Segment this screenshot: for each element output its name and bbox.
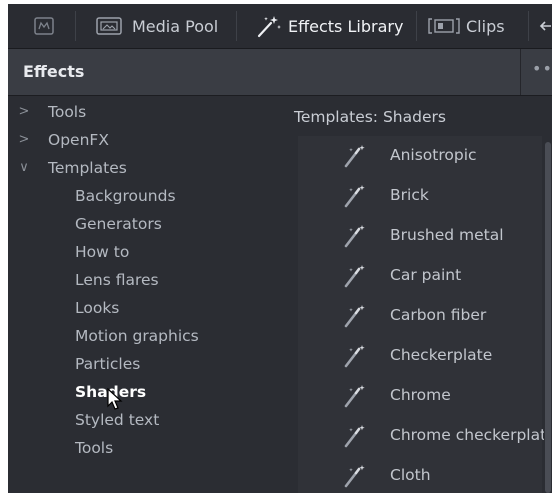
media-tile-icon: [34, 17, 54, 35]
list-item[interactable]: Chrome checkerplate: [298, 416, 552, 456]
templates-panel: Templates: Shaders Anisotropic Brick Bru…: [276, 96, 552, 493]
shader-wand-icon: [342, 144, 368, 172]
chevron-right-icon[interactable]: >: [17, 99, 31, 125]
shader-wand-icon: [342, 384, 368, 412]
list-item[interactable]: Checkerplate: [298, 336, 542, 376]
tree-item-tools[interactable]: > Tools: [19, 99, 87, 125]
top-toolbar: Media Pool Effects Library Clips: [8, 4, 552, 49]
list-item-label: Anisotropic: [390, 146, 477, 164]
list-item[interactable]: Carbon fiber: [298, 296, 542, 336]
list-item-label: Carbon fiber: [390, 306, 487, 324]
shader-wand-icon: [342, 464, 368, 492]
clips-label: Clips: [466, 16, 505, 36]
toolbar-divider: [528, 11, 529, 41]
tree-item-openfx[interactable]: > OpenFX: [19, 127, 109, 153]
toolbar-divider: [416, 11, 417, 41]
list-item[interactable]: Chrome: [298, 376, 542, 416]
effects-library-label: Effects Library: [288, 16, 404, 36]
mouse-pointer-icon: [107, 388, 123, 410]
shader-wand-icon: [342, 184, 368, 212]
media-pool-icon: [96, 17, 122, 35]
list-item-label: Chrome: [390, 386, 451, 404]
tree-item-looks[interactable]: Looks: [75, 295, 119, 321]
list-item[interactable]: Brushed metal: [298, 216, 542, 256]
header-divider: [520, 49, 521, 95]
more-options-button[interactable]: ••: [532, 59, 552, 78]
shader-wand-icon: [342, 304, 368, 332]
panel-title: Effects: [23, 62, 85, 81]
media-pool-tab[interactable]: Media Pool: [96, 4, 218, 48]
clips-icon: [428, 18, 460, 34]
tree-item-backgrounds[interactable]: Backgrounds: [75, 183, 176, 209]
tree-item-how-to[interactable]: How to: [75, 239, 129, 265]
effects-tree: > Tools > OpenFX ∨ Templates Backgrounds…: [8, 96, 276, 493]
shader-wand-icon: [342, 344, 368, 372]
list-item-label: Checkerplate: [390, 346, 493, 364]
list-item[interactable]: Car paint: [298, 256, 542, 296]
shader-wand-icon: [342, 224, 368, 252]
chevron-down-icon[interactable]: ∨: [17, 155, 31, 181]
list-item[interactable]: Brick: [298, 176, 542, 216]
chevron-right-icon[interactable]: >: [17, 127, 31, 153]
shader-wand-icon: [342, 264, 368, 292]
templates-panel-title: Templates: Shaders: [294, 108, 446, 126]
toolbar-divider: [236, 11, 237, 41]
effects-panel-header: Effects ••: [8, 49, 552, 96]
scrollbar-thumb[interactable]: [545, 142, 551, 493]
tree-item-templates[interactable]: ∨ Templates: [19, 155, 127, 181]
tree-item-particles[interactable]: Particles: [75, 351, 140, 377]
list-item[interactable]: Cloth: [298, 456, 542, 493]
tree-item-lens-flares[interactable]: Lens flares: [75, 267, 159, 293]
tree-item-label: Tools: [48, 103, 87, 121]
list-item-label: Brick: [390, 186, 429, 204]
toolbar-divider: [75, 11, 76, 41]
toolbar-overflow-button[interactable]: [538, 4, 552, 48]
list-item-label: Car paint: [390, 266, 462, 284]
media-pool-label: Media Pool: [132, 16, 219, 36]
magic-wand-icon: [257, 16, 281, 38]
tree-item-motion-graphics[interactable]: Motion graphics: [75, 323, 199, 349]
effects-library-tab[interactable]: Effects Library: [256, 4, 403, 48]
list-item-label: Cloth: [390, 466, 431, 484]
media-tile-button[interactable]: [34, 4, 54, 48]
arrow-left-icon: [539, 21, 551, 31]
list-item-label: Brushed metal: [390, 226, 504, 244]
tree-item-label: OpenFX: [48, 131, 109, 149]
list-item-label: Chrome checkerplate: [390, 426, 552, 444]
clips-tab[interactable]: Clips: [428, 4, 505, 48]
tree-item-generators[interactable]: Generators: [75, 211, 162, 237]
tree-item-tools-sub[interactable]: Tools: [75, 435, 113, 461]
tree-item-label: Templates: [48, 159, 127, 177]
shader-list: Anisotropic Brick Brushed metal Car pain…: [298, 136, 552, 493]
effects-library-window: Media Pool Effects Library Clips Effects…: [8, 4, 552, 493]
list-item[interactable]: Anisotropic: [298, 136, 542, 176]
shader-wand-icon: [342, 424, 368, 452]
